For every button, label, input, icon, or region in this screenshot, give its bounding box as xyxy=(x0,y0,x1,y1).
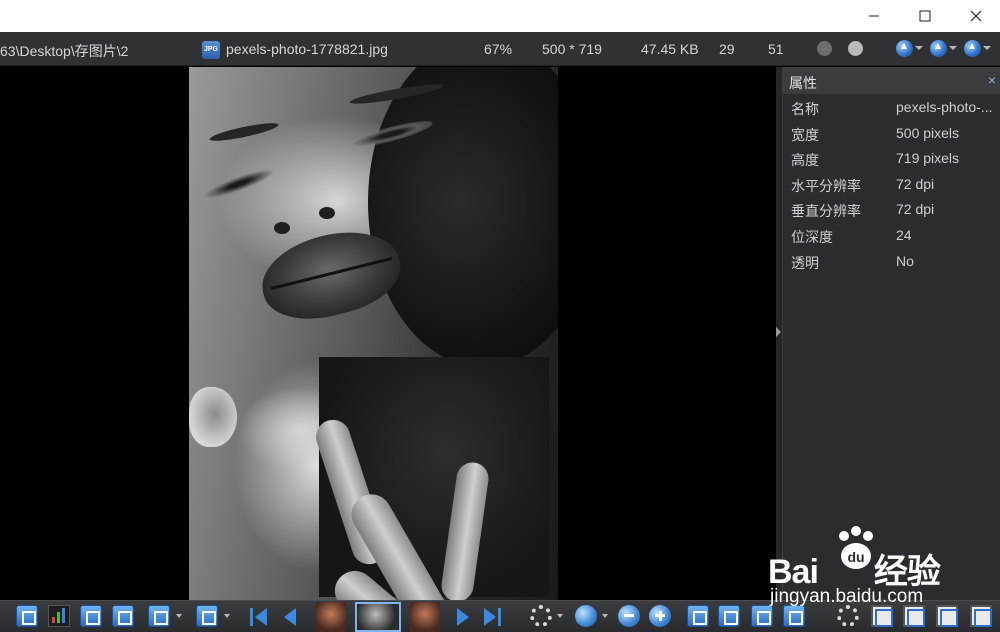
first-image-icon[interactable] xyxy=(255,608,267,626)
collapse-panel-icon[interactable] xyxy=(776,327,781,337)
minimize-icon xyxy=(869,15,879,17)
jpg-file-icon: JPG xyxy=(202,41,220,59)
histogram-icon[interactable] xyxy=(48,605,70,627)
close-icon[interactable]: × xyxy=(988,72,996,88)
property-row: 透明 No xyxy=(783,248,1000,274)
last-image-icon[interactable] xyxy=(484,608,496,626)
file-size: 47.45 KB xyxy=(641,41,699,57)
fit-icon[interactable] xyxy=(16,605,38,627)
zoom-level: 67% xyxy=(484,41,513,57)
zoom-out-icon[interactable] xyxy=(618,605,640,627)
chevron-down-icon[interactable] xyxy=(915,46,923,50)
property-key: 高度 xyxy=(791,152,819,169)
svg-text:du: du xyxy=(847,549,864,565)
property-key: 垂直分辨率 xyxy=(791,203,861,220)
paw-logo-icon: du xyxy=(839,526,873,569)
zoom-icon[interactable] xyxy=(575,605,597,627)
record-dot-icon[interactable] xyxy=(817,41,832,56)
file-path: 63\Desktop\存图片\2 xyxy=(0,43,129,59)
property-value: 24 xyxy=(896,226,912,243)
maximize-button[interactable] xyxy=(899,0,951,32)
actual-size-icon[interactable] xyxy=(718,605,740,627)
close-icon xyxy=(970,10,982,22)
property-value: pexels-photo-... xyxy=(896,99,993,115)
title-bar xyxy=(0,0,1000,32)
chevron-down-icon[interactable] xyxy=(983,46,991,50)
image-total: 51 xyxy=(768,41,784,57)
thumbnail[interactable] xyxy=(410,602,440,632)
nav-up-icon[interactable] xyxy=(896,40,913,57)
chevron-down-icon[interactable] xyxy=(224,614,230,618)
crop-icon[interactable] xyxy=(80,605,102,627)
watermark-site: jingyan.baidu.com xyxy=(770,586,924,607)
property-value: 719 pixels xyxy=(896,150,960,167)
close-button[interactable] xyxy=(950,0,1000,32)
properties-header: 属性 × xyxy=(783,67,1000,94)
property-row: 名称 pexels-photo-... xyxy=(783,94,1000,120)
properties-panel: 属性 × 名称 pexels-photo-... 宽度 500 pixels 高… xyxy=(782,67,1000,600)
property-value: 500 pixels xyxy=(896,124,960,141)
nav-up-icon[interactable] xyxy=(964,40,981,57)
property-row: 水平分辨率 72 dpi xyxy=(783,171,1000,197)
property-row: 垂直分辨率 72 dpi xyxy=(783,196,1000,222)
chevron-down-icon[interactable] xyxy=(949,46,957,50)
property-value: 72 dpi xyxy=(896,175,935,192)
edit-image-icon[interactable] xyxy=(112,605,134,627)
thumbnail[interactable] xyxy=(355,602,401,632)
property-row: 宽度 500 pixels xyxy=(783,120,1000,146)
property-key: 宽度 xyxy=(791,126,819,143)
record-dot-light-icon[interactable] xyxy=(848,41,863,56)
property-row: 高度 719 pixels xyxy=(783,145,1000,171)
property-key: 水平分辨率 xyxy=(791,177,861,194)
property-value: 72 dpi xyxy=(896,201,935,218)
thumbnail[interactable] xyxy=(316,602,346,632)
property-value: No xyxy=(896,252,914,269)
pen-icon[interactable] xyxy=(148,605,170,627)
export-icon[interactable] xyxy=(196,605,218,627)
image-index: 29 xyxy=(719,41,735,57)
chevron-down-icon[interactable] xyxy=(557,614,563,618)
property-row: 位深度 24 xyxy=(783,222,1000,248)
chevron-down-icon[interactable] xyxy=(176,614,182,618)
properties-title: 属性 xyxy=(789,75,817,91)
nav-up-icon[interactable] xyxy=(930,40,947,57)
image-viewer[interactable] xyxy=(0,67,776,600)
zoom-in-icon[interactable] xyxy=(649,605,671,627)
property-key: 位深度 xyxy=(791,228,833,245)
property-key: 名称 xyxy=(791,101,819,117)
fit-window-icon[interactable] xyxy=(687,605,709,627)
chevron-down-icon[interactable] xyxy=(602,614,608,618)
last-image-bar xyxy=(498,608,501,626)
settings-icon[interactable] xyxy=(530,605,552,627)
baidu-watermark: Bai 经验 du jingyan.baidu.com xyxy=(768,522,998,612)
previous-image-icon[interactable] xyxy=(284,608,296,626)
image-dimensions: 500 * 719 xyxy=(542,41,602,57)
file-name: pexels-photo-1778821.jpg xyxy=(226,41,388,57)
first-image-bar xyxy=(250,608,253,626)
minimize-button[interactable] xyxy=(848,0,900,32)
property-key: 透明 xyxy=(791,254,819,271)
next-image-icon[interactable] xyxy=(457,608,469,626)
maximize-icon xyxy=(919,10,931,22)
displayed-photo xyxy=(189,67,558,600)
